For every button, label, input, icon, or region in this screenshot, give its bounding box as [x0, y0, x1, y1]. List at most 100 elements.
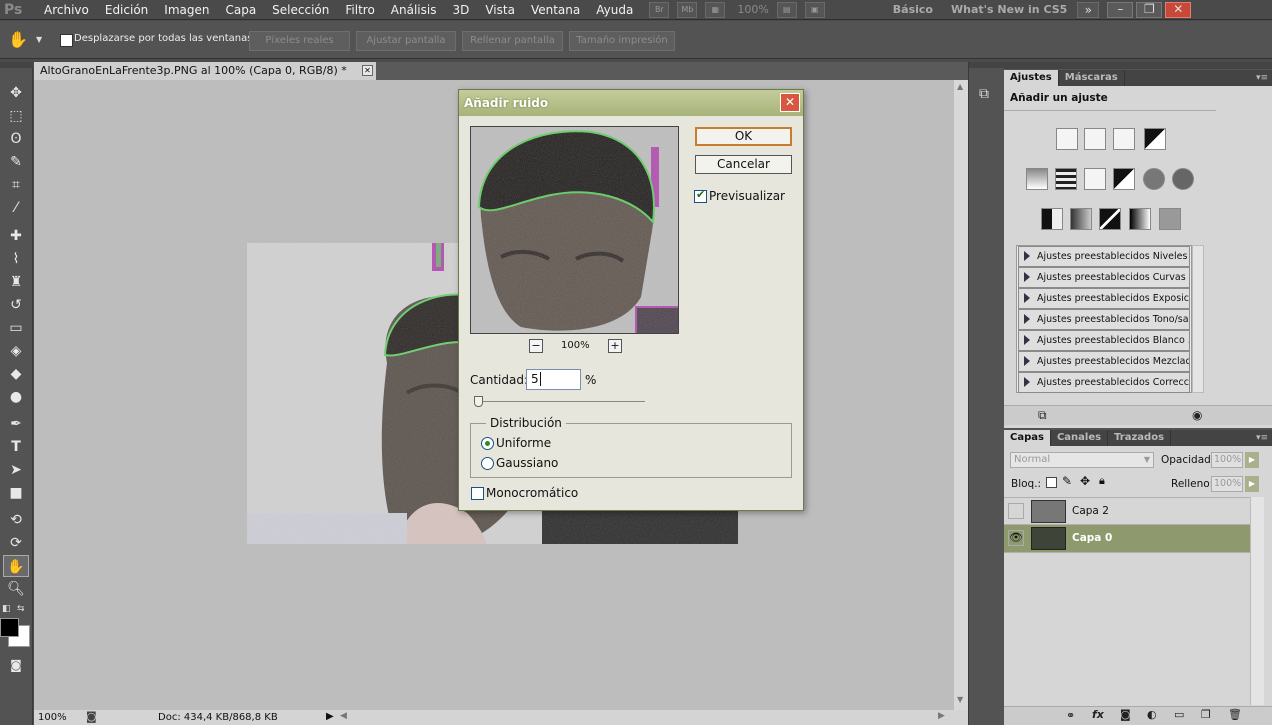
rectangle-tool-icon[interactable]: ■ [3, 482, 29, 504]
tab-canales[interactable]: Canales [1051, 430, 1109, 446]
menu-3d[interactable]: 3D [444, 0, 477, 20]
blur-tool-icon[interactable]: ◆ [3, 363, 29, 385]
brightness-contrast-icon[interactable] [1056, 128, 1078, 150]
default-colors-icon[interactable]: ◧ [2, 604, 11, 614]
lock-transparency-icon[interactable] [1046, 477, 1057, 488]
restore-button[interactable]: ❐ [1136, 1, 1163, 18]
history-panel-icon[interactable]: ⧉ [979, 86, 989, 102]
workspace-whats-new[interactable]: What's New in CS5 [951, 3, 1067, 16]
clip-to-layer-icon[interactable]: ◉ [1192, 408, 1202, 422]
opacity-input[interactable]: 100% [1211, 452, 1243, 468]
minibridge-button[interactable]: Mb [677, 1, 698, 18]
zoom-tool-icon[interactable]: 🔍︎ [3, 578, 29, 600]
screen-mode-icon[interactable]: ▣ [804, 1, 825, 18]
3d-orbit-tool-icon[interactable]: ⟳ [3, 532, 29, 554]
new-layer-icon[interactable]: ❐ [1201, 708, 1211, 721]
amount-input[interactable]: 5 [526, 369, 581, 390]
tab-capas[interactable]: Capas [1004, 430, 1051, 446]
3d-rotate-tool-icon[interactable]: ⟲ [3, 509, 29, 531]
menu-edicion[interactable]: Edición [97, 0, 156, 20]
tool-preset-chevron-icon[interactable]: ▼ [36, 35, 42, 44]
blend-mode-select[interactable]: Normal ▼ [1010, 452, 1154, 468]
path-selection-tool-icon[interactable]: ➤ [3, 459, 29, 481]
scroll-up-icon[interactable]: ▲ [957, 82, 963, 91]
menu-vista[interactable]: Vista [477, 0, 523, 20]
uniform-radio[interactable] [481, 437, 494, 450]
eraser-tool-icon[interactable]: ▭ [3, 317, 29, 339]
preset-curvas[interactable]: Ajustes preestablecidos Curvas [1018, 267, 1190, 288]
more-workspaces-button[interactable]: » [1077, 1, 1100, 18]
status-menu-arrow-icon[interactable]: ▶ [326, 711, 334, 722]
layer-visibility-toggle[interactable] [1008, 503, 1024, 519]
hscroll-left-icon[interactable]: ◀ [340, 711, 347, 721]
hand-tool-icon[interactable]: ✋ [8, 30, 28, 49]
delete-layer-icon[interactable]: 🗑︎ [1228, 708, 1242, 721]
workspace-basic[interactable]: Básico [893, 3, 933, 16]
opacity-slider-button[interactable]: ▶ [1245, 452, 1259, 468]
lasso-tool-icon[interactable]: ʘ [3, 128, 29, 150]
gaussian-radio[interactable] [481, 457, 494, 470]
threshold-icon[interactable] [1099, 208, 1121, 230]
zoom-level[interactable]: 100% [737, 3, 768, 16]
fit-screen-button[interactable]: Ajustar pantalla [356, 31, 456, 51]
preset-correccion[interactable]: Ajustes preestablecidos Correcci... [1018, 372, 1190, 393]
tools-panel-header[interactable] [0, 62, 33, 68]
fill-screen-button[interactable]: Rellenar pantalla [462, 31, 563, 51]
hand-tool-icon[interactable]: ✋ [3, 555, 29, 577]
tab-mascaras[interactable]: Máscaras [1059, 70, 1125, 86]
quick-selection-tool-icon[interactable]: ✎ [3, 151, 29, 173]
strip-header[interactable] [969, 62, 1005, 68]
eye-icon[interactable]: 👁︎ [1008, 530, 1024, 546]
menu-imagen[interactable]: Imagen [156, 0, 217, 20]
dodge-tool-icon[interactable]: ● [3, 386, 29, 408]
crop-tool-icon[interactable]: ⌗ [3, 174, 29, 196]
layers-menu-icon[interactable]: ▾≡ [1256, 430, 1272, 446]
layers-scrollbar[interactable] [1250, 497, 1264, 705]
menu-archivo[interactable]: Archivo [36, 0, 97, 20]
move-tool-icon[interactable]: ✥ [3, 82, 29, 104]
quick-mask-icon[interactable]: ◙ [3, 654, 29, 676]
lock-position-icon[interactable]: ✥ [1080, 474, 1090, 488]
clone-stamp-tool-icon[interactable]: ♜ [3, 271, 29, 293]
vertical-scrollbar[interactable]: ▲ ▼ [954, 80, 968, 710]
type-tool-icon[interactable]: T [3, 436, 29, 458]
status-icon[interactable]: ◙ [86, 710, 97, 723]
black-white-icon[interactable] [1113, 168, 1135, 190]
minimize-button[interactable]: – [1107, 1, 1134, 18]
document-tab[interactable]: AltoGranoEnLaFrente3p.PNG al 100% (Capa … [34, 62, 376, 80]
menu-ayuda[interactable]: Ayuda [588, 0, 641, 20]
menu-seleccion[interactable]: Selección [264, 0, 337, 20]
lock-all-icon[interactable]: 🔒︎ [1099, 474, 1105, 488]
close-document-icon[interactable]: ✕ [362, 65, 373, 76]
panel-header-bar[interactable] [1004, 62, 1272, 69]
return-to-list-icon[interactable]: ⧉ [1038, 408, 1047, 423]
dialog-title[interactable]: Añadir ruido [459, 90, 803, 116]
amount-slider-thumb[interactable] [474, 396, 483, 407]
vibrance-icon[interactable] [1026, 168, 1048, 190]
layer-style-icon[interactable]: fx [1092, 708, 1104, 721]
hscroll-right-icon[interactable]: ▶ [938, 711, 945, 721]
posterize-icon[interactable] [1070, 208, 1092, 230]
photo-filter-icon[interactable] [1143, 168, 1165, 190]
menu-capa[interactable]: Capa [217, 0, 264, 20]
fill-slider-button[interactable]: ▶ [1245, 476, 1259, 492]
menu-filtro[interactable]: Filtro [337, 0, 382, 20]
tab-ajustes[interactable]: Ajustes [1004, 70, 1059, 86]
preview-checkbox[interactable]: ✔ [694, 188, 707, 203]
preset-exposicion[interactable]: Ajustes preestablecidos Exposici... [1018, 288, 1190, 309]
channel-mixer-icon[interactable] [1172, 168, 1194, 190]
link-layers-icon[interactable]: ⚭ [1066, 709, 1075, 722]
fill-input[interactable]: 100% [1211, 476, 1243, 492]
exposure-icon[interactable] [1144, 128, 1166, 150]
preset-niveles[interactable]: Ajustes preestablecidos Niveles [1018, 246, 1190, 267]
bridge-button[interactable]: Br [649, 1, 670, 18]
zoom-in-button[interactable]: + [608, 339, 622, 353]
invert-icon[interactable] [1041, 208, 1063, 230]
scroll-all-windows-checkbox[interactable] [60, 34, 73, 47]
tab-trazados[interactable]: Trazados [1108, 430, 1172, 446]
curves-icon[interactable] [1113, 128, 1135, 150]
brush-tool-icon[interactable]: ⌇ [3, 248, 29, 270]
selective-color-icon[interactable] [1159, 208, 1181, 230]
history-brush-tool-icon[interactable]: ↺ [3, 294, 29, 316]
menu-analisis[interactable]: Análisis [383, 0, 445, 20]
